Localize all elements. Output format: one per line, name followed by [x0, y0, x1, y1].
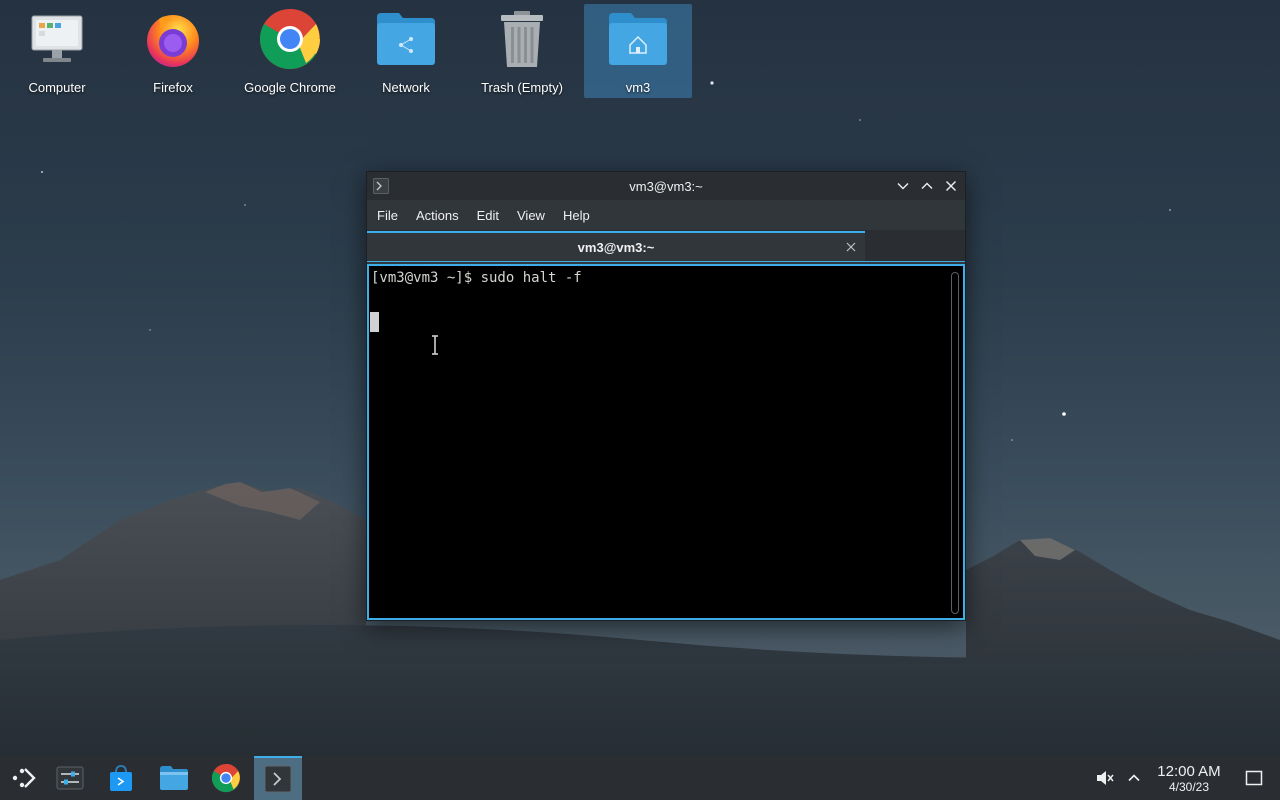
trash-icon: [489, 6, 555, 72]
tab-bar: vm3@vm3:~: [367, 230, 965, 262]
volume-muted-button[interactable]: [1092, 756, 1118, 800]
menu-file[interactable]: File: [371, 208, 404, 223]
maximize-button[interactable]: [917, 176, 937, 196]
show-desktop-button[interactable]: [1240, 756, 1268, 800]
network-folder-icon: [373, 6, 439, 72]
desktop-icon-label: Trash (Empty): [481, 80, 563, 95]
tab-title: vm3@vm3:~: [577, 239, 655, 255]
computer-icon: [24, 6, 90, 72]
tab-close-button[interactable]: [843, 239, 859, 255]
discover-icon: [110, 765, 132, 791]
konsole-window[interactable]: vm3@vm3:~ File Actions Edit View Help vm…: [366, 171, 966, 621]
app-launcher-button[interactable]: [0, 756, 48, 800]
minimize-button[interactable]: [893, 176, 913, 196]
system-settings-icon: [56, 766, 84, 790]
menu-bar: File Actions Edit View Help: [367, 200, 965, 230]
chrome-icon: [257, 6, 323, 72]
menu-edit[interactable]: Edit: [471, 208, 505, 223]
terminal-area[interactable]: [vm3@vm3 ~]$ sudo halt -f: [367, 264, 965, 620]
terminal-tab[interactable]: vm3@vm3:~: [367, 231, 865, 261]
desktop-icons: Computer Firefox Google Chrome Network T…: [0, 0, 1280, 110]
menu-view[interactable]: View: [511, 208, 551, 223]
volume-muted-icon: [1097, 771, 1114, 785]
desktop-icon-label: Google Chrome: [244, 80, 336, 95]
desktop-icon-label: Network: [382, 80, 430, 95]
home-folder-icon: [605, 6, 671, 72]
show-desktop-icon: [1245, 770, 1263, 786]
discover-button[interactable]: [97, 756, 145, 800]
clock-date: 4/30/23: [1168, 780, 1210, 794]
chevron-up-icon: [1128, 774, 1140, 782]
system-tray-expand-button[interactable]: [1122, 756, 1146, 800]
file-manager-button[interactable]: [150, 756, 198, 800]
terminal-scrollbar[interactable]: [951, 272, 959, 614]
taskbar: 12:00 AM 4/30/23: [0, 756, 1280, 800]
chevron-up-icon: [921, 182, 933, 189]
konsole-taskbar-button[interactable]: [254, 756, 302, 800]
close-icon: [846, 242, 856, 252]
window-titlebar[interactable]: vm3@vm3:~: [367, 172, 965, 200]
desktop-icon-vm3-home[interactable]: vm3: [584, 4, 692, 98]
digital-clock[interactable]: 12:00 AM 4/30/23: [1150, 763, 1228, 795]
close-icon: [946, 181, 956, 191]
chrome-taskbar-button[interactable]: [202, 756, 250, 800]
terminal-cursor: [370, 312, 379, 332]
konsole-icon: [264, 765, 292, 793]
desktop-icon-network[interactable]: Network: [352, 4, 460, 98]
text-cursor-icon: [432, 335, 438, 355]
desktop-icon-trash[interactable]: Trash (Empty): [468, 4, 576, 98]
app-launcher-icon: [12, 768, 36, 788]
chrome-icon: [211, 763, 241, 793]
menu-help[interactable]: Help: [557, 208, 596, 223]
desktop-icon-label: Computer: [28, 80, 86, 95]
menu-actions[interactable]: Actions: [410, 208, 465, 223]
desktop-icon-label: Firefox: [153, 80, 193, 95]
window-title: vm3@vm3:~: [629, 178, 703, 194]
desktop-icon-computer[interactable]: Computer: [3, 4, 111, 98]
desktop-icon-google-chrome[interactable]: Google Chrome: [236, 4, 344, 98]
clock-time: 12:00 AM: [1157, 763, 1221, 780]
file-manager-icon: [160, 766, 188, 790]
desktop-icon-firefox[interactable]: Firefox: [119, 4, 227, 98]
chevron-down-icon: [897, 183, 909, 190]
system-settings-button[interactable]: [46, 756, 94, 800]
terminal-line: [vm3@vm3 ~]$ sudo halt -f: [371, 270, 582, 286]
desktop-icon-label: vm3: [625, 80, 651, 95]
konsole-icon: [373, 178, 389, 194]
firefox-icon: [140, 6, 206, 72]
close-button[interactable]: [941, 176, 961, 196]
